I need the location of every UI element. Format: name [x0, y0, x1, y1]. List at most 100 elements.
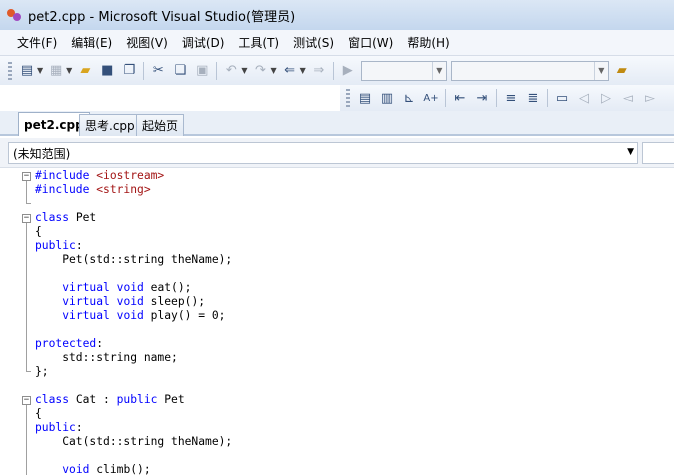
indicator-margin[interactable] [0, 168, 20, 475]
keyword-token: virtual [62, 295, 117, 308]
toggle-bookmark-icon[interactable]: ▭ [552, 88, 572, 108]
undo-dropdown-icon[interactable]: ▼ [241, 66, 247, 75]
navigation-bar: (未知范围) ▼ [0, 138, 674, 168]
outlining-guide [26, 405, 27, 475]
keyword-token: #include [35, 183, 97, 196]
new-project-dropdown-icon[interactable]: ▼ [37, 66, 43, 75]
toolbar-separator [496, 89, 497, 107]
code-token: { [35, 225, 42, 238]
keyword-token: public [35, 421, 76, 434]
cut-icon[interactable]: ✂ [148, 61, 168, 81]
code-editor[interactable]: − − − #include <iostream> #include <strin… [0, 168, 674, 475]
outlining-guide [26, 181, 27, 203]
menu-debug[interactable]: 调试(D) [175, 34, 232, 51]
navigate-forward-icon[interactable]: ⇒ [309, 61, 329, 81]
toolbar-separator [143, 61, 145, 80]
outlining-guide [26, 371, 31, 372]
new-project-icon[interactable]: ▤ [17, 61, 37, 81]
tab-start-page[interactable]: 起始页 [136, 114, 185, 136]
toolbar-grip[interactable] [8, 61, 12, 80]
toolbar-separator [332, 61, 334, 80]
comment-out-icon[interactable]: ≡ [501, 88, 521, 108]
save-icon[interactable]: ■ [97, 61, 117, 81]
increase-indent-icon[interactable]: ⇥ [472, 88, 492, 108]
menu-view[interactable]: 视图(V) [119, 34, 175, 51]
chevron-down-icon[interactable]: ▼ [431, 61, 446, 80]
toolbar-separator [547, 89, 548, 107]
previous-bookmark-icon[interactable]: ◁ [574, 88, 594, 108]
redo-icon[interactable]: ↷ [250, 61, 270, 81]
copy-icon[interactable]: ❏ [170, 61, 190, 81]
toolbar-grip[interactable] [346, 89, 350, 107]
find-in-files-icon[interactable]: ▰ [612, 61, 632, 81]
members-dropdown[interactable] [642, 142, 674, 164]
code-line[interactable]: public: [35, 421, 83, 435]
menu-edit[interactable]: 编辑(E) [64, 34, 119, 51]
code-line[interactable]: #include <string> [35, 183, 151, 197]
menu-tools[interactable]: 工具(T) [231, 34, 286, 51]
code-line[interactable]: std::string name; [35, 351, 178, 365]
collapse-outlining-icon[interactable]: − [22, 214, 31, 223]
collapse-outlining-icon[interactable]: − [22, 396, 31, 405]
next-bookmark-icon[interactable]: ▷ [596, 88, 616, 108]
code-line[interactable]: #include <iostream> [35, 169, 164, 183]
display-object-member-list-icon[interactable]: ▤ [355, 88, 375, 108]
code-line[interactable]: virtual void play() = 0; [35, 309, 225, 323]
code-line[interactable]: protected: [35, 337, 103, 351]
menu-test[interactable]: 测试(S) [286, 34, 341, 51]
chevron-down-icon[interactable]: ▼ [593, 61, 608, 80]
code-line[interactable]: virtual void eat(); [35, 281, 191, 295]
decrease-indent-icon[interactable]: ⇤ [450, 88, 470, 108]
open-folder-icon[interactable]: ▰ [75, 61, 95, 81]
code-line[interactable]: }; [35, 365, 49, 379]
solution-platform-combo[interactable]: ▼ [450, 60, 609, 81]
menu-window[interactable]: 窗口(W) [341, 34, 400, 51]
scope-value: (未知范围) [13, 146, 71, 161]
start-debugging-icon[interactable]: ▶ [338, 61, 358, 81]
display-parameter-info-icon[interactable]: ▥ [377, 88, 397, 108]
display-quick-info-icon[interactable]: ⊾ [399, 88, 419, 108]
menu-bar: 文件(F) 编辑(E) 视图(V) 调试(D) 工具(T) 测试(S) 窗口(W… [0, 30, 674, 56]
outlining-guide [26, 223, 27, 371]
tab-sikao-cpp[interactable]: 思考.cpp [79, 114, 141, 136]
chevron-down-icon[interactable]: ▼ [627, 147, 634, 157]
navigate-dropdown-icon[interactable]: ▼ [300, 66, 306, 75]
outlining-guide [26, 203, 31, 204]
collapse-outlining-icon[interactable]: − [22, 172, 31, 181]
menu-help[interactable]: 帮助(H) [400, 34, 456, 51]
add-item-icon[interactable]: ▦ [46, 61, 66, 81]
code-line[interactable]: class Cat : public Pet [35, 393, 185, 407]
code-line[interactable]: public: [35, 239, 83, 253]
keyword-token: void [62, 463, 97, 475]
scope-dropdown[interactable]: (未知范围) ▼ [8, 142, 638, 164]
redo-dropdown-icon[interactable]: ▼ [270, 66, 276, 75]
menu-file[interactable]: 文件(F) [10, 34, 64, 51]
code-line[interactable]: void climb(); [35, 463, 150, 475]
keyword-token: public [35, 239, 76, 252]
toolbar-separator [445, 89, 446, 107]
standard-toolbar: ▤ ▼ ▦ ▼ ▰ ■ ❐ ✂ ❏ ▣ ↶ ▼ ↷ ▼ ⇐ ▼ ⇒ ▶ ▼ ▼ ▰ [0, 56, 674, 85]
tab-label: 起始页 [142, 119, 179, 133]
save-all-icon[interactable]: ❐ [119, 61, 139, 81]
display-word-completion-icon[interactable]: A+ [421, 88, 441, 108]
paste-icon[interactable]: ▣ [192, 61, 212, 81]
uncomment-icon[interactable]: ≣ [523, 88, 543, 108]
code-line[interactable]: Pet(std::string theName); [35, 253, 232, 267]
string-token: <string> [96, 183, 151, 196]
visual-studio-icon[interactable] [6, 7, 22, 23]
toolbar-separator [216, 61, 218, 80]
next-bookmark-in-folder-icon[interactable]: ▻ [640, 88, 660, 108]
title-bar[interactable]: pet2.cpp - Microsoft Visual Studio(管理员) [0, 0, 674, 30]
solution-configuration-combo[interactable]: ▼ [360, 60, 447, 81]
keyword-token: void [116, 295, 151, 308]
undo-icon[interactable]: ↶ [221, 61, 241, 81]
code-line[interactable]: { [35, 407, 42, 421]
code-token: Cat(std::string theName); [35, 435, 233, 448]
previous-bookmark-in-folder-icon[interactable]: ◅ [618, 88, 638, 108]
navigate-backward-icon[interactable]: ⇐ [280, 61, 300, 81]
code-line[interactable]: class Pet [35, 211, 96, 225]
code-line[interactable]: { [35, 225, 42, 239]
add-item-dropdown-icon[interactable]: ▼ [66, 66, 72, 75]
code-line[interactable]: virtual void sleep(); [35, 295, 205, 309]
code-line[interactable]: Cat(std::string theName); [35, 435, 232, 449]
